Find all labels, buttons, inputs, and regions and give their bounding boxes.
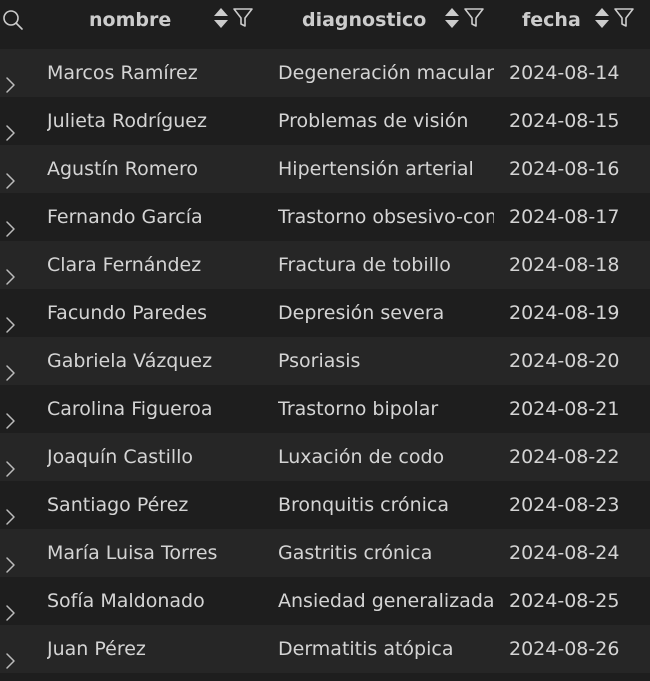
grid-header: nombre diagnostico fecha [0, 0, 650, 48]
cell-nombre: Marcos Ramírez [47, 62, 198, 84]
cell-diagnostico: Gastritis crónica [278, 542, 433, 564]
cell-fecha: 2024-08-21 [509, 398, 620, 420]
expand-toggle[interactable] [0, 145, 24, 193]
data-grid: nombre diagnostico fecha Marcos Ramírez … [0, 0, 650, 681]
cell-fecha: 2024-08-22 [509, 446, 620, 468]
cell-nombre: María Luisa Torres [47, 542, 218, 564]
table-row[interactable]: Fernando García Trastorno obsesivo-com 2… [0, 193, 650, 241]
chevron-right-icon[interactable] [4, 640, 16, 673]
cell-fecha: 2024-08-14 [509, 62, 620, 84]
grid-body: Marcos Ramírez Degeneración macular 2024… [0, 49, 650, 673]
cell-diagnostico: Hipertensión arterial [278, 158, 474, 180]
cell-diagnostico: Trastorno bipolar [278, 398, 439, 420]
cell-fecha: 2024-08-19 [509, 302, 620, 324]
expand-toggle[interactable] [0, 385, 24, 433]
chevron-right-icon[interactable] [4, 160, 16, 193]
table-row[interactable]: Agustín Romero Hipertensión arterial 202… [0, 145, 650, 193]
cell-diagnostico: Ansiedad generalizada [278, 590, 494, 612]
cell-nombre: Gabriela Vázquez [47, 350, 213, 372]
cell-nombre: Facundo Paredes [47, 302, 208, 324]
table-row[interactable]: Joaquín Castillo Luxación de codo 2024-0… [0, 433, 650, 481]
cell-diagnostico: Depresión severa [278, 302, 445, 324]
cell-diagnostico: Dermatitis atópica [278, 638, 454, 660]
cell-nombre: Juan Pérez [47, 638, 146, 660]
table-row[interactable]: Gabriela Vázquez Psoriasis 2024-08-20 [0, 337, 650, 385]
table-row[interactable]: Facundo Paredes Depresión severa 2024-08… [0, 289, 650, 337]
expand-toggle[interactable] [0, 625, 24, 673]
chevron-right-icon[interactable] [4, 352, 16, 385]
cell-diagnostico: Trastorno obsesivo-com [278, 206, 494, 228]
column-header-nombre[interactable]: nombre [89, 0, 171, 40]
search-icon[interactable] [2, 9, 24, 35]
expand-toggle[interactable] [0, 481, 24, 529]
cell-nombre: Agustín Romero [47, 158, 198, 180]
table-row[interactable]: Juan Pérez Dermatitis atópica 2024-08-26 [0, 625, 650, 673]
cell-nombre: Carolina Figueroa [47, 398, 213, 420]
expand-toggle[interactable] [0, 289, 24, 337]
cell-nombre: Clara Fernández [47, 254, 202, 276]
cell-diagnostico: Bronquitis crónica [278, 494, 450, 516]
cell-fecha: 2024-08-15 [509, 110, 620, 132]
sort-icon[interactable] [212, 6, 230, 34]
sort-icon[interactable] [443, 6, 461, 34]
cell-diagnostico: Degeneración macular [278, 62, 494, 84]
table-row[interactable]: Julieta Rodríguez Problemas de visión 20… [0, 97, 650, 145]
table-row[interactable]: Carolina Figueroa Trastorno bipolar 2024… [0, 385, 650, 433]
chevron-right-icon[interactable] [4, 592, 16, 625]
cell-fecha: 2024-08-24 [509, 542, 620, 564]
chevron-right-icon[interactable] [4, 208, 16, 241]
column-header-diagnostico[interactable]: diagnostico [302, 0, 426, 40]
chevron-right-icon[interactable] [4, 112, 16, 145]
cell-fecha: 2024-08-20 [509, 350, 620, 372]
chevron-right-icon[interactable] [4, 304, 16, 337]
cell-fecha: 2024-08-23 [509, 494, 620, 516]
chevron-right-icon[interactable] [4, 544, 16, 577]
cell-nombre: Sofía Maldonado [47, 590, 205, 612]
cell-nombre: Santiago Pérez [47, 494, 189, 516]
chevron-right-icon[interactable] [4, 400, 16, 433]
table-row[interactable]: María Luisa Torres Gastritis crónica 202… [0, 529, 650, 577]
expand-toggle[interactable] [0, 241, 24, 289]
chevron-right-icon[interactable] [4, 256, 16, 289]
table-row[interactable]: Sofía Maldonado Ansiedad generalizada 20… [0, 577, 650, 625]
table-row[interactable]: Marcos Ramírez Degeneración macular 2024… [0, 49, 650, 97]
expand-toggle[interactable] [0, 337, 24, 385]
cell-fecha: 2024-08-18 [509, 254, 620, 276]
cell-diagnostico: Problemas de visión [278, 110, 469, 132]
expand-toggle[interactable] [0, 193, 24, 241]
column-header-fecha[interactable]: fecha [522, 0, 581, 40]
expand-toggle[interactable] [0, 529, 24, 577]
cell-nombre: Julieta Rodríguez [47, 110, 207, 132]
filter-icon[interactable] [232, 7, 254, 33]
table-row[interactable]: Clara Fernández Fractura de tobillo 2024… [0, 241, 650, 289]
chevron-right-icon[interactable] [4, 448, 16, 481]
sort-icon[interactable] [593, 6, 611, 34]
cell-fecha: 2024-08-25 [509, 590, 620, 612]
expand-toggle[interactable] [0, 97, 24, 145]
table-row[interactable]: Santiago Pérez Bronquitis crónica 2024-0… [0, 481, 650, 529]
cell-nombre: Joaquín Castillo [47, 446, 194, 468]
chevron-right-icon[interactable] [4, 64, 16, 97]
cell-fecha: 2024-08-16 [509, 158, 620, 180]
cell-fecha: 2024-08-26 [509, 638, 620, 660]
cell-fecha: 2024-08-17 [509, 206, 620, 228]
filter-icon[interactable] [613, 7, 635, 33]
chevron-right-icon[interactable] [4, 496, 16, 529]
expand-toggle[interactable] [0, 577, 24, 625]
filter-icon[interactable] [463, 7, 485, 33]
cell-nombre: Fernando García [47, 206, 203, 228]
expand-toggle[interactable] [0, 433, 24, 481]
cell-diagnostico: Fractura de tobillo [278, 254, 451, 276]
cell-diagnostico: Psoriasis [278, 350, 361, 372]
expand-toggle[interactable] [0, 49, 24, 97]
cell-diagnostico: Luxación de codo [278, 446, 445, 468]
